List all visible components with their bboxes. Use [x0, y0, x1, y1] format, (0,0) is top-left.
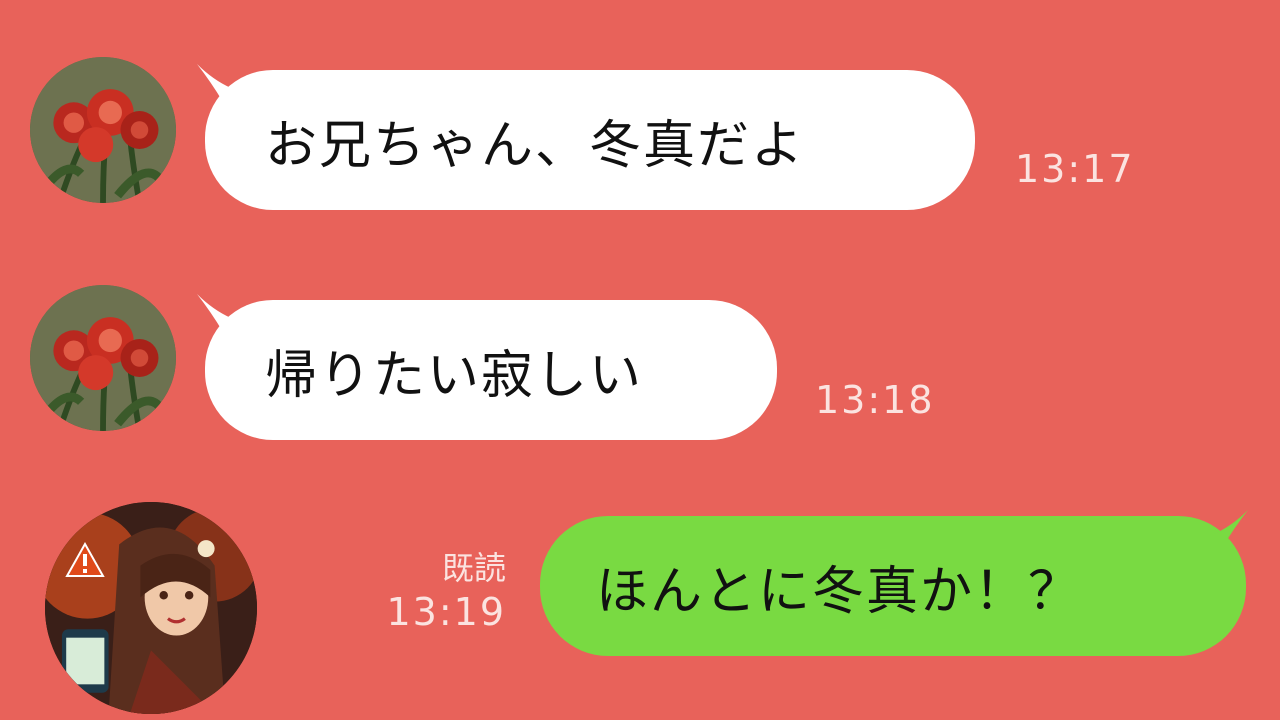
message-time-2: 13:18 [815, 378, 935, 422]
read-status: 既読 13:19 [380, 548, 506, 636]
message-bubble-1[interactable]: お兄ちゃん、冬真だよ [205, 70, 975, 210]
message-text-2: 帰りたい寂しい [265, 345, 644, 406]
contact-avatar[interactable] [30, 285, 176, 431]
message-bubble-3[interactable]: ほんとに冬真か！？ [540, 516, 1246, 656]
tulip-avatar-image [30, 57, 176, 203]
message-text-1: お兄ちゃん、冬真だよ [265, 115, 806, 176]
character-portrait-image [45, 502, 257, 714]
self-avatar[interactable] [45, 502, 257, 714]
bubble-tail [1214, 510, 1248, 548]
tulip-avatar-image [30, 285, 176, 431]
message-text-3: ほんとに冬真か！？ [596, 561, 1083, 622]
read-label: 既読 [441, 549, 506, 587]
message-time-3: 13:19 [386, 590, 506, 634]
warning-triangle-icon [65, 542, 105, 577]
contact-avatar[interactable] [30, 57, 176, 203]
message-bubble-2[interactable]: 帰りたい寂しい [205, 300, 777, 440]
message-time-1: 13:17 [1015, 147, 1135, 191]
